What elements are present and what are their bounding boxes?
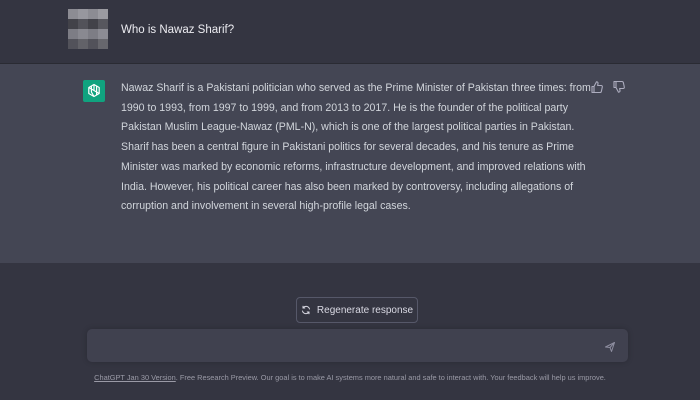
thumbs-up-icon[interactable] [590, 80, 604, 94]
regenerate-label: Regenerate response [316, 304, 414, 316]
chat-page: Who is Nawaz Sharif? Nawaz Sharif is a P… [0, 0, 700, 400]
user-message-text: Who is Nawaz Sharif? [121, 24, 235, 36]
feedback-buttons [590, 80, 626, 94]
chatgpt-logo-icon [83, 80, 105, 102]
footer-disclaimer: ChatGPT Jan 30 Version. Free Research Pr… [0, 373, 700, 383]
message-input[interactable] [97, 335, 591, 357]
assistant-message-text: Nawaz Sharif is a Pakistani politician w… [121, 82, 591, 213]
footer-text: . Free Research Preview. Our goal is to … [175, 373, 606, 382]
regenerate-response-button[interactable]: Regenerate response [296, 297, 418, 323]
version-link[interactable]: ChatGPT Jan 30 Version [94, 373, 176, 382]
send-icon[interactable] [604, 340, 616, 352]
user-message-row: Who is Nawaz Sharif? [0, 0, 700, 64]
thumbs-down-icon[interactable] [612, 80, 626, 94]
chat-input-box[interactable] [87, 329, 628, 362]
assistant-message-row: Nawaz Sharif is a Pakistani politician w… [0, 64, 700, 263]
user-avatar [68, 9, 108, 49]
refresh-icon [301, 305, 311, 315]
